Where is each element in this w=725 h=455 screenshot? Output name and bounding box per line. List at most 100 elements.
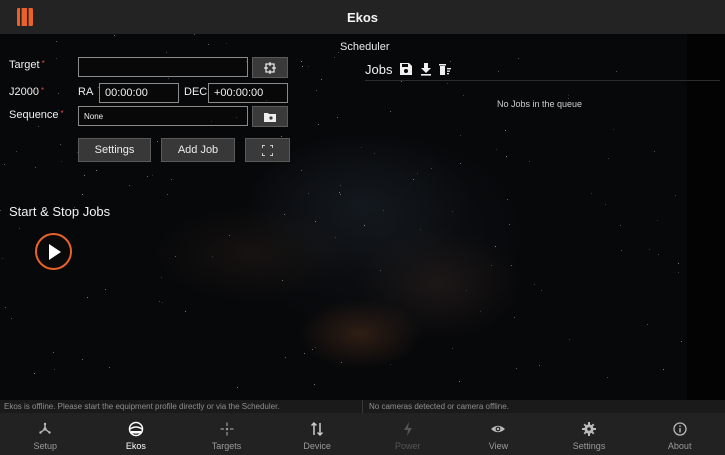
notebook-icon[interactable] <box>16 7 34 27</box>
star <box>678 272 679 273</box>
ekos-status-message: Ekos is offline. Please start the equipm… <box>4 402 280 411</box>
nav-item-power[interactable]: Power <box>363 413 454 455</box>
sequence-label: Sequence * <box>9 109 64 121</box>
star <box>167 194 168 195</box>
nav-item-targets[interactable]: Targets <box>181 413 272 455</box>
star <box>58 93 59 94</box>
star <box>681 341 682 342</box>
star <box>334 57 335 58</box>
star <box>374 153 375 154</box>
status-bar: Ekos is offline. Please start the equipm… <box>0 400 725 413</box>
star <box>285 357 286 358</box>
star <box>491 265 492 266</box>
start-scheduler-button[interactable] <box>35 233 72 270</box>
star <box>284 214 285 215</box>
star <box>54 369 55 370</box>
save-icon[interactable] <box>399 62 413 76</box>
star <box>607 377 608 378</box>
j2000-label: J2000 * <box>9 86 44 98</box>
star <box>96 170 97 171</box>
settings-button[interactable]: Settings <box>78 138 151 162</box>
star <box>463 95 464 96</box>
download-icon[interactable] <box>419 62 433 76</box>
target-input[interactable] <box>78 57 248 77</box>
star <box>301 61 302 62</box>
star <box>539 365 540 366</box>
nav-label: Settings <box>572 441 606 451</box>
star <box>315 347 316 348</box>
star <box>431 168 432 169</box>
star <box>460 163 461 164</box>
expand-icon <box>262 144 273 156</box>
star <box>84 175 85 176</box>
nav-item-about[interactable]: About <box>634 413 725 455</box>
star <box>340 194 341 195</box>
nav-item-ekos[interactable]: Ekos <box>91 413 182 455</box>
star <box>87 297 88 298</box>
star <box>335 237 336 238</box>
star <box>4 164 5 165</box>
star <box>321 79 322 80</box>
star <box>208 44 209 45</box>
target-picker-button[interactable] <box>252 57 288 78</box>
target-label: Target * <box>9 59 45 71</box>
nav-label: Targets <box>211 441 242 451</box>
star <box>649 249 650 250</box>
star <box>452 348 453 349</box>
star <box>16 151 17 152</box>
star <box>38 126 39 127</box>
add-job-button[interactable]: Add Job <box>161 138 235 162</box>
star <box>312 349 313 350</box>
star <box>318 124 319 125</box>
star <box>452 211 453 212</box>
delete-all-icon[interactable] <box>438 62 452 76</box>
nav-item-device[interactable]: Device <box>272 413 363 455</box>
bottom-navigation: Setup Ekos Targets Device Power View Set… <box>0 413 725 455</box>
crosshair-icon <box>264 61 276 74</box>
ra-input[interactable] <box>99 83 179 103</box>
star <box>56 58 57 59</box>
star <box>82 194 83 195</box>
star <box>364 225 365 226</box>
star <box>380 270 381 271</box>
star <box>608 158 609 159</box>
jobs-divider <box>365 80 720 81</box>
nav-item-setup[interactable]: Setup <box>0 413 91 455</box>
dec-input[interactable] <box>208 83 288 103</box>
dec-label: DEC <box>184 86 208 98</box>
ekos-icon <box>128 421 144 437</box>
sequence-input[interactable] <box>78 106 248 126</box>
sequence-browse-button[interactable] <box>252 106 288 127</box>
star <box>569 339 570 340</box>
star <box>616 71 617 72</box>
empty-queue-message: No Jobs in the queue <box>497 99 583 109</box>
ra-label: RA <box>78 86 94 98</box>
device-icon <box>311 421 324 437</box>
status-divider <box>362 400 363 413</box>
star <box>35 167 36 168</box>
nav-item-view[interactable]: View <box>453 413 544 455</box>
star <box>417 173 418 174</box>
star <box>658 254 659 255</box>
star <box>506 156 507 157</box>
star <box>613 129 614 130</box>
fullscreen-button[interactable] <box>245 138 290 162</box>
star <box>413 179 414 180</box>
star <box>647 324 648 325</box>
sequence-label-text: Sequence <box>9 109 59 121</box>
star <box>654 151 655 152</box>
camera-status-message: No cameras detected or camera offline. <box>369 402 509 411</box>
star <box>168 78 169 79</box>
star <box>171 179 172 180</box>
nav-label: Ekos <box>125 441 146 451</box>
info-icon <box>673 422 687 436</box>
star <box>114 35 115 36</box>
nav-item-settings[interactable]: Settings <box>544 413 635 455</box>
star <box>621 250 622 251</box>
star <box>420 229 421 230</box>
required-marker: * <box>40 86 45 95</box>
star <box>53 352 54 353</box>
start-stop-title: Start & Stop Jobs <box>9 204 111 219</box>
star <box>0 210 1 211</box>
star <box>591 193 592 194</box>
